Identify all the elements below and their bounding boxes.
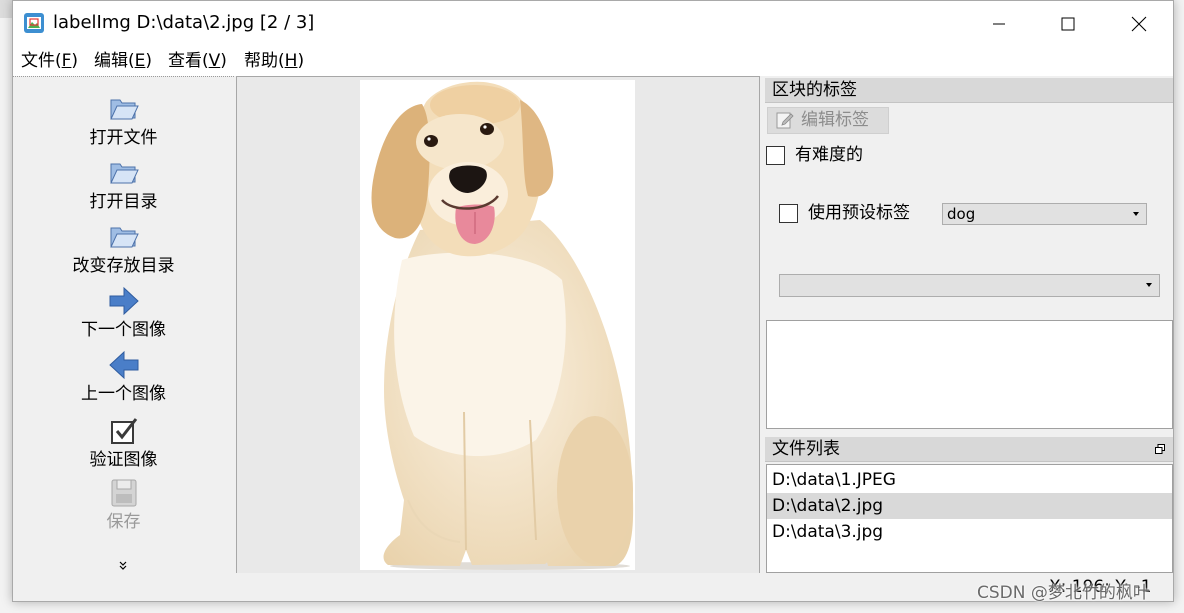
edit-label-text: 编辑标签 — [801, 110, 869, 130]
labels-dock-title-text: 区块的标签 — [772, 80, 857, 100]
next-image-button[interactable]: 下一个图像 — [13, 285, 234, 341]
open-folder-icon — [109, 163, 139, 184]
pencil-edit-icon — [776, 112, 794, 129]
menu-view-close: ) — [220, 51, 227, 71]
use-default-label-label[interactable]: 使用预设标签 — [808, 202, 910, 224]
arrow-right-icon — [109, 286, 139, 316]
verify-image-button[interactable]: 验证图像 — [13, 415, 234, 471]
menu-help-text: 帮助( — [244, 51, 285, 71]
chevron-down-icon — [1133, 212, 1139, 216]
window-title: labelImg D:\data\2.jpg [2 / 3] — [53, 12, 315, 33]
maximize-icon — [1061, 17, 1075, 30]
minimize-button[interactable] — [976, 1, 1022, 46]
difficult-label[interactable]: 有难度的 — [795, 144, 863, 166]
save-floppy-icon — [111, 479, 136, 507]
menu-help-mnemonic: H — [284, 51, 298, 71]
dog-illustration — [371, 81, 634, 570]
menu-file-close: ) — [71, 51, 79, 71]
dog-body — [383, 220, 634, 566]
menu-view-text: 查看( — [168, 51, 209, 71]
open-folder-icon — [109, 99, 139, 120]
open-folder-icon — [109, 227, 139, 248]
change-save-dir-button[interactable]: 改变存放目录 — [13, 221, 234, 277]
file-list[interactable]: D:\data\1.JPEG D:\data\2.jpg D:\data\3.j… — [766, 464, 1173, 573]
label-filter-combo[interactable] — [779, 274, 1160, 297]
save-button[interactable]: 保存 — [13, 477, 234, 533]
save-label: 保存 — [106, 512, 141, 532]
open-file-button[interactable]: 打开文件 — [13, 93, 234, 149]
file-dock-title[interactable]: 文件列表 — [765, 437, 1173, 462]
dock-float-icon[interactable] — [1155, 444, 1165, 454]
verify-checkbox-icon — [110, 418, 137, 444]
menu-view-mnemonic: V — [208, 51, 221, 71]
close-icon — [1131, 16, 1147, 31]
chevron-down-icon — [1146, 283, 1152, 287]
prev-image-button[interactable]: 上一个图像 — [13, 349, 234, 405]
next-image-label: 下一个图像 — [81, 320, 166, 340]
arrow-left-icon — [108, 350, 138, 380]
menu-file-text: 文件( — [21, 51, 62, 71]
edit-label-button[interactable]: 编辑标签 — [767, 107, 889, 134]
maximize-button[interactable] — [1045, 1, 1091, 46]
menu-help[interactable]: 帮助(H) — [244, 50, 304, 72]
file-list-item[interactable]: D:\data\1.JPEG — [767, 467, 1172, 493]
menu-file-mnemonic: F — [61, 51, 72, 71]
menu-file[interactable]: 文件(F) — [21, 50, 78, 72]
dog-photo[interactable] — [360, 80, 635, 570]
menu-edit[interactable]: 编辑(E) — [94, 50, 152, 72]
verify-image-label: 验证图像 — [89, 450, 158, 470]
image-canvas[interactable] — [236, 76, 760, 574]
prev-image-label: 上一个图像 — [81, 384, 166, 404]
menu-help-close: ) — [297, 51, 305, 71]
background-window-fragment — [0, 0, 12, 18]
use-default-label-checkbox[interactable] — [779, 204, 798, 223]
file-dock-title-text: 文件列表 — [772, 439, 840, 459]
default-label-value: dog — [947, 205, 976, 223]
default-label-combo[interactable]: dog — [942, 203, 1147, 225]
minimize-icon — [993, 23, 1005, 24]
labelimg-app-icon — [24, 13, 44, 33]
open-file-label: 打开文件 — [89, 128, 158, 148]
open-dir-button[interactable]: 打开目录 — [13, 157, 234, 213]
menu-edit-close: ) — [145, 51, 153, 71]
chevron-double-down-icon[interactable] — [118, 561, 128, 571]
tool-bar: 打开文件 打开目录 改变存放目录 下一个图像 上一个图像 验证图像 保存 — [13, 76, 234, 574]
file-list-item[interactable]: D:\data\3.jpg — [767, 519, 1172, 545]
menu-bar: 文件(F) 编辑(E) 查看(V) 帮助(H) — [13, 46, 1173, 76]
close-button[interactable] — [1116, 1, 1162, 46]
difficult-checkbox[interactable] — [766, 146, 785, 165]
file-list-item[interactable]: D:\data\2.jpg — [767, 493, 1172, 519]
watermark: CSDN @梦北竹的枫叶 — [977, 583, 1150, 603]
menu-edit-text: 编辑( — [94, 51, 135, 71]
menu-view[interactable]: 查看(V) — [168, 50, 227, 72]
labels-dock-title[interactable]: 区块的标签 — [765, 78, 1173, 103]
title-bar[interactable]: labelImg D:\data\2.jpg [2 / 3] — [13, 1, 1173, 46]
label-list[interactable] — [766, 320, 1173, 429]
change-save-dir-label: 改变存放目录 — [72, 256, 175, 276]
open-dir-label: 打开目录 — [89, 192, 158, 212]
menu-edit-mnemonic: E — [134, 51, 146, 71]
labelimg-window: labelImg D:\data\2.jpg [2 / 3] 文件(F) 编辑(… — [12, 0, 1174, 602]
